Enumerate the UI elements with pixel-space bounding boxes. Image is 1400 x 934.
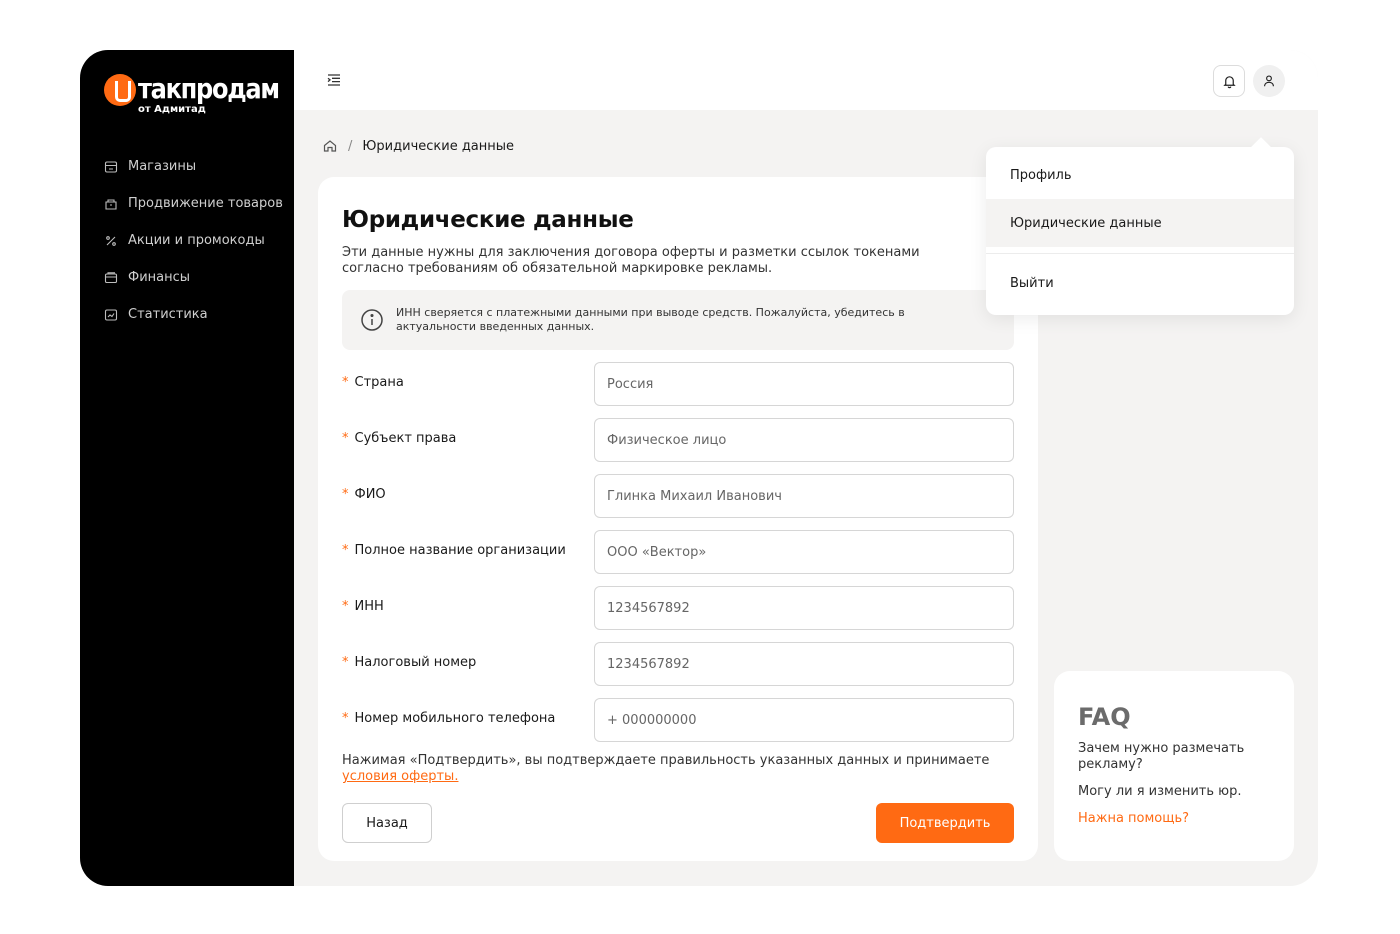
field-label: * ИНН xyxy=(342,599,384,614)
organization-field[interactable]: ООО «Вектор» xyxy=(594,530,1014,574)
sidebar-nav: Магазины Продвижение товаров Акции и про… xyxy=(104,148,294,333)
sidebar-item-statistics[interactable]: Статистика xyxy=(104,296,294,333)
consent-text: Нажимая «Подтвердить», вы подтверждаете … xyxy=(342,753,1002,785)
required-mark: * xyxy=(342,375,349,390)
field-label: * ФИО xyxy=(342,487,386,502)
promo-icon xyxy=(105,198,117,210)
sidebar-item-finance[interactable]: Финансы xyxy=(104,259,294,296)
field-label-text: Субъект права xyxy=(354,431,457,446)
form-row-country: * Страна Россия xyxy=(342,362,1014,406)
page-title: Юридические данные xyxy=(342,207,634,233)
required-mark: * xyxy=(342,543,349,558)
required-mark: * xyxy=(342,599,349,614)
consent-text-body: Нажимая «Подтвердить», вы подтверждаете … xyxy=(342,753,990,768)
field-label-text: Налоговый номер xyxy=(354,655,477,670)
faq-panel: FAQ Зачем нужно размечать рекламу? Могу … xyxy=(1054,671,1294,861)
required-mark: * xyxy=(342,487,349,502)
tax-number-field[interactable]: 1234567892 xyxy=(594,642,1014,686)
notifications-button[interactable] xyxy=(1213,65,1245,97)
required-mark: * xyxy=(342,711,349,726)
legal-data-card: Юридические данные Эти данные нужны для … xyxy=(318,177,1038,861)
field-label-text: Номер мобильного телефона xyxy=(354,711,556,726)
brand-subtitle: от Адмитад xyxy=(138,104,206,115)
faq-question[interactable]: Зачем нужно размечать рекламу? xyxy=(1078,741,1278,773)
dropdown-item-logout[interactable]: Выйти xyxy=(986,259,1294,307)
breadcrumb-separator: / xyxy=(348,138,353,154)
info-text: ИНН сверяется с платежными данными при в… xyxy=(396,306,905,333)
faq-title: FAQ xyxy=(1078,703,1131,731)
sidebar-item-stores[interactable]: Магазины xyxy=(104,148,294,185)
form-row-legal-entity: * Субъект права Физическое лицо xyxy=(342,418,1014,462)
brand-logo[interactable]: такпродам от Адмитад xyxy=(104,72,284,118)
full-name-field[interactable]: Глинка Михаил Иванович xyxy=(594,474,1014,518)
field-label-text: ИНН xyxy=(354,599,384,614)
profile-dropdown: Профиль Юридические данные Выйти xyxy=(986,147,1294,315)
form-row-phone: * Номер мобильного телефона + 000000000 xyxy=(342,698,1014,742)
info-banner: ИНН сверяется с платежными данными при в… xyxy=(342,290,1014,350)
form-row-full-name: * ФИО Глинка Михаил Иванович xyxy=(342,474,1014,518)
field-label-text: Полное название организации xyxy=(354,543,566,558)
country-field[interactable]: Россия xyxy=(594,362,1014,406)
field-label: * Налоговый номер xyxy=(342,655,476,670)
faq-question[interactable]: Могу ли я изменить юр. xyxy=(1078,784,1278,800)
form-row-organization: * Полное название организации ООО «Вектор… xyxy=(342,530,1014,574)
top-bar xyxy=(294,50,1318,110)
bell-icon xyxy=(1222,75,1236,88)
page-subtitle: Эти данные нужны для заключения договора… xyxy=(342,245,920,276)
sidebar-item-label: Продвижение товаров xyxy=(128,196,283,211)
required-mark: * xyxy=(342,431,349,446)
dropdown-item-legal-data[interactable]: Юридические данные xyxy=(986,199,1294,247)
form-row-inn: * ИНН 1234567892 xyxy=(342,586,1014,630)
legal-entity-field[interactable]: Физическое лицо xyxy=(594,418,1014,462)
info-icon xyxy=(361,309,383,331)
breadcrumb: / Юридические данные xyxy=(322,138,514,154)
field-label: * Страна xyxy=(342,375,404,390)
menu-collapse-icon[interactable] xyxy=(326,72,342,88)
home-icon[interactable] xyxy=(322,138,338,154)
brand-name: такпродам xyxy=(138,72,280,105)
sidebar-item-promocodes[interactable]: Акции и промокоды xyxy=(104,222,294,259)
form-row-tax-number: * Налоговый номер 1234567892 xyxy=(342,642,1014,686)
back-button[interactable]: Назад xyxy=(342,803,432,843)
breadcrumb-current: Юридические данные xyxy=(362,138,515,154)
field-label: * Полное название организации xyxy=(342,543,566,558)
required-mark: * xyxy=(342,655,349,670)
field-label-text: Страна xyxy=(354,375,404,390)
sidebar-item-label: Акции и промокоды xyxy=(128,233,265,248)
dropdown-divider xyxy=(986,253,1294,254)
offer-terms-link[interactable]: условия оферты. xyxy=(342,769,458,784)
profile-button[interactable] xyxy=(1253,65,1285,97)
dropdown-item-profile[interactable]: Профиль xyxy=(986,151,1294,199)
user-icon xyxy=(1264,75,1274,87)
submit-button[interactable]: Подтвердить xyxy=(876,803,1014,843)
sidebar: такпродам от Адмитад Магазины Продвижени… xyxy=(80,50,294,886)
app-window: такпродам от Адмитад Магазины Продвижени… xyxy=(80,50,1318,886)
inn-field[interactable]: 1234567892 xyxy=(594,586,1014,630)
wallet-icon xyxy=(104,271,118,283)
store-icon xyxy=(104,160,118,173)
sidebar-item-label: Магазины xyxy=(128,159,197,174)
sidebar-item-promotion[interactable]: Продвижение товаров xyxy=(104,185,294,222)
sidebar-item-label: Финансы xyxy=(128,270,191,285)
percent-icon xyxy=(106,235,116,246)
field-label-text: ФИО xyxy=(354,487,386,502)
sidebar-item-label: Статистика xyxy=(128,307,208,322)
field-label: * Номер мобильного телефона xyxy=(342,711,555,726)
field-label: * Субъект права xyxy=(342,431,456,446)
phone-field[interactable]: + 000000000 xyxy=(594,698,1014,742)
chart-icon xyxy=(104,308,118,321)
help-link[interactable]: Нажна помощь? xyxy=(1078,811,1189,826)
brand-mark-icon xyxy=(104,74,136,106)
